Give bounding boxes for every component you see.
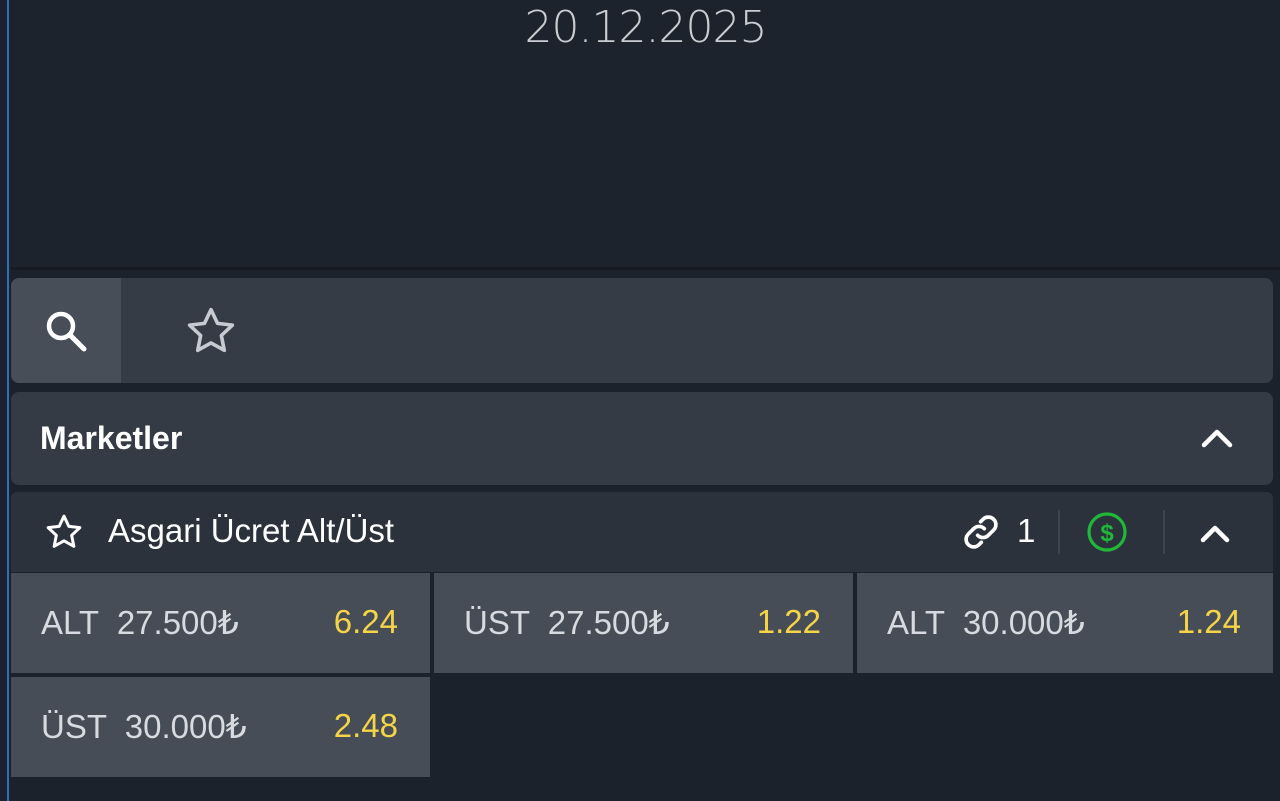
odd-value: 6.24 — [333, 603, 398, 640]
markets-section-header[interactable]: Marketler — [11, 392, 1273, 485]
odd-label: ALT 30.000₺ — [887, 604, 1085, 641]
search-button[interactable] — [11, 278, 121, 383]
odd-value: 1.22 — [756, 603, 821, 640]
section-collapse-button[interactable] — [1199, 420, 1235, 461]
odd-button[interactable]: ALT 27.500₺ 6.24 — [11, 573, 430, 673]
odd-button[interactable]: ÜST 27.500₺ 1.22 — [434, 573, 853, 673]
star-outline-icon — [187, 307, 235, 352]
odd-value: 1.24 — [1176, 603, 1241, 640]
header: 20.12.2025 — [11, 0, 1280, 270]
svg-text:$: $ — [1100, 520, 1114, 547]
page: 20.12.2025 Marketler Asgari Ücret Alt/Üs… — [0, 0, 1280, 801]
chevron-up-icon — [1200, 525, 1230, 543]
odd-label: ÜST 30.000₺ — [41, 708, 247, 745]
odd-value: 2.48 — [333, 707, 398, 744]
section-title: Marketler — [40, 420, 183, 456]
odd-label: ALT 27.500₺ — [41, 604, 239, 641]
dollar-circle-icon: $ — [1087, 512, 1127, 552]
link-button[interactable] — [961, 512, 1001, 557]
chevron-up-icon — [1201, 429, 1233, 448]
market-title: Asgari Ücret Alt/Üst — [108, 512, 395, 549]
link-icon — [964, 515, 998, 549]
odd-button[interactable]: ÜST 30.000₺ 2.48 — [11, 677, 430, 777]
favorites-button[interactable] — [161, 278, 261, 383]
divider — [1058, 510, 1060, 554]
cashout-button[interactable]: $ — [1086, 511, 1128, 558]
header-date: 20.12.2025 — [524, 2, 768, 53]
left-edge-bar — [0, 0, 9, 801]
odd-label: ÜST 27.500₺ — [464, 604, 670, 641]
market-toolbar — [11, 278, 1273, 383]
market-favorite-button[interactable] — [43, 512, 85, 557]
star-outline-icon — [46, 514, 82, 548]
odd-button[interactable]: ALT 30.000₺ 1.24 — [857, 573, 1273, 673]
market-header: Asgari Ücret Alt/Üst 1 $ — [11, 492, 1273, 572]
link-count: 1 — [1017, 512, 1036, 549]
market-collapse-button[interactable] — [1198, 518, 1232, 553]
divider — [1163, 510, 1165, 554]
search-icon — [46, 311, 87, 351]
